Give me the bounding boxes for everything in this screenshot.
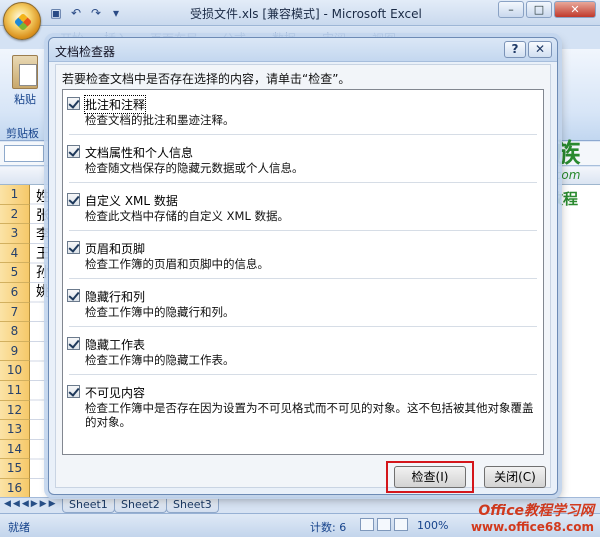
dialog-body: 若要检查文档中是否存在选择的内容，请单击“检查”。 批注和注释 检查文档的批注和… xyxy=(55,64,551,493)
divider xyxy=(69,278,537,279)
customize-qat-icon[interactable]: ▾ xyxy=(108,5,124,21)
sheet-tab-3[interactable]: Sheet3 xyxy=(166,498,219,513)
quick-access-toolbar: ▣ ↶ ↷ ▾ xyxy=(48,4,124,22)
option-label[interactable]: 隐藏行和列 xyxy=(85,288,145,305)
option-label[interactable]: 隐藏工作表 xyxy=(85,336,145,353)
clipboard-group-label: 剪贴板 xyxy=(6,127,39,140)
normal-view-icon[interactable] xyxy=(360,518,374,531)
divider xyxy=(69,230,537,231)
sheet-nav-arrows-icon[interactable]: ◀◀◀▶▶▶ xyxy=(4,499,58,509)
row-headers: 1 2 3 4 5 6 7 8 9 10 11 12 13 14 15 16 1… xyxy=(0,185,30,537)
page-break-view-icon[interactable] xyxy=(394,518,408,531)
option-desc: 检查随文档保存的隐藏元数据或个人信息。 xyxy=(85,161,304,175)
dialog-title: 文档检查器 xyxy=(55,45,116,59)
checkbox-hidden-sheets[interactable] xyxy=(67,337,80,350)
row-header[interactable]: 2 xyxy=(0,204,30,225)
option-label[interactable]: 不可见内容 xyxy=(85,384,145,401)
inspect-button[interactable]: 检查(I) xyxy=(394,466,466,488)
row-header[interactable]: 8 xyxy=(0,322,30,342)
row-header[interactable]: 3 xyxy=(0,224,30,244)
row-header[interactable]: 7 xyxy=(0,302,30,323)
status-count: 计数: 6 xyxy=(310,521,347,534)
document-inspector-dialog: 文档检查器 ? ✕ 若要检查文档中是否存在选择的内容，请单击“检查”。 批注和注… xyxy=(48,37,558,495)
office68-watermark: Office教程学习网 www.office68.com xyxy=(455,500,600,534)
sheet-tab-1[interactable]: Sheet1 xyxy=(62,498,115,513)
row-header[interactable]: 14 xyxy=(0,439,30,460)
divider xyxy=(69,134,537,135)
minimize-button[interactable]: – xyxy=(498,1,524,18)
divider xyxy=(69,326,537,327)
option-desc: 检查工作簿的页眉和页脚中的信息。 xyxy=(85,257,269,271)
row-header[interactable]: 1 xyxy=(0,185,30,205)
row-header[interactable]: 4 xyxy=(0,243,30,264)
save-icon[interactable]: ▣ xyxy=(48,5,64,21)
window-title: 受损文件.xls [兼容模式] - Microsoft Excel xyxy=(190,7,422,21)
dialog-close-icon[interactable]: ✕ xyxy=(528,41,552,58)
row-header[interactable]: 16 xyxy=(0,478,30,499)
row-header[interactable]: 12 xyxy=(0,400,30,421)
option-label[interactable]: 自定义 XML 数据 xyxy=(85,192,178,209)
row-header[interactable]: 5 xyxy=(0,263,30,283)
row-header[interactable]: 15 xyxy=(0,459,30,479)
site-url: www.office68.com xyxy=(470,520,594,534)
page-layout-view-icon[interactable] xyxy=(377,518,391,531)
row-header[interactable]: 6 xyxy=(0,282,30,303)
checkbox-comments[interactable] xyxy=(67,97,80,110)
row-header[interactable]: 10 xyxy=(0,361,30,381)
office-button[interactable] xyxy=(3,2,41,40)
instruction-text: 若要检查文档中是否存在选择的内容，请单击“检查”。 xyxy=(62,72,351,86)
status-ready: 就绪 xyxy=(8,521,30,534)
row-header[interactable]: 13 xyxy=(0,420,30,440)
divider xyxy=(69,182,537,183)
office-logo-icon xyxy=(13,12,33,32)
name-box[interactable] xyxy=(4,145,44,162)
close-button[interactable]: 关闭(C) xyxy=(484,466,546,488)
redo-icon[interactable]: ↷ xyxy=(88,5,104,21)
checkbox-doc-properties[interactable] xyxy=(67,145,80,158)
paste-label[interactable]: 粘贴 xyxy=(14,91,36,107)
undo-icon[interactable]: ↶ xyxy=(68,5,84,21)
checkbox-headers-footers[interactable] xyxy=(67,241,80,254)
help-icon[interactable]: ? xyxy=(504,41,526,58)
option-desc: 检查此文档中存储的自定义 XML 数据。 xyxy=(85,209,290,223)
site-name: Office教程学习网 xyxy=(478,503,594,519)
row-header[interactable]: 11 xyxy=(0,380,30,401)
close-window-button[interactable]: ✕ xyxy=(554,1,596,18)
inspection-options-list[interactable]: 批注和注释 检查文档的批注和墨迹注释。 文档属性和个人信息 检查随文档保存的隐藏… xyxy=(62,89,544,455)
dialog-title-bar: 文档检查器 ? ✕ xyxy=(49,38,557,62)
option-desc: 检查工作簿中的隐藏工作表。 xyxy=(85,353,235,367)
window-controls: – □ ✕ xyxy=(498,1,596,18)
checkbox-invisible-content[interactable] xyxy=(67,385,80,398)
checkbox-hidden-rows-cols[interactable] xyxy=(67,289,80,302)
row-header[interactable]: 9 xyxy=(0,341,30,362)
sheet-tab-2[interactable]: Sheet2 xyxy=(114,498,167,513)
option-label[interactable]: 批注和注释 xyxy=(83,95,147,114)
option-desc: 检查文档的批注和墨迹注释。 xyxy=(85,113,235,127)
option-desc: 检查工作簿中是否存在因为设置为不可见格式而不可见的对象。这不包括被其他对象覆盖的… xyxy=(85,401,534,429)
view-buttons xyxy=(360,518,408,531)
option-label[interactable]: 页眉和页脚 xyxy=(85,240,145,257)
paste-icon[interactable] xyxy=(12,55,38,89)
maximize-button[interactable]: □ xyxy=(526,1,552,18)
zoom-level[interactable]: 100% xyxy=(417,519,448,532)
option-label[interactable]: 文档属性和个人信息 xyxy=(85,144,193,161)
divider xyxy=(69,374,537,375)
checkbox-custom-xml[interactable] xyxy=(67,193,80,206)
excel-title-bar: ▣ ↶ ↷ ▾ 受损文件.xls [兼容模式] - Microsoft Exce… xyxy=(0,0,600,26)
option-desc: 检查工作簿中的隐藏行和列。 xyxy=(85,305,235,319)
